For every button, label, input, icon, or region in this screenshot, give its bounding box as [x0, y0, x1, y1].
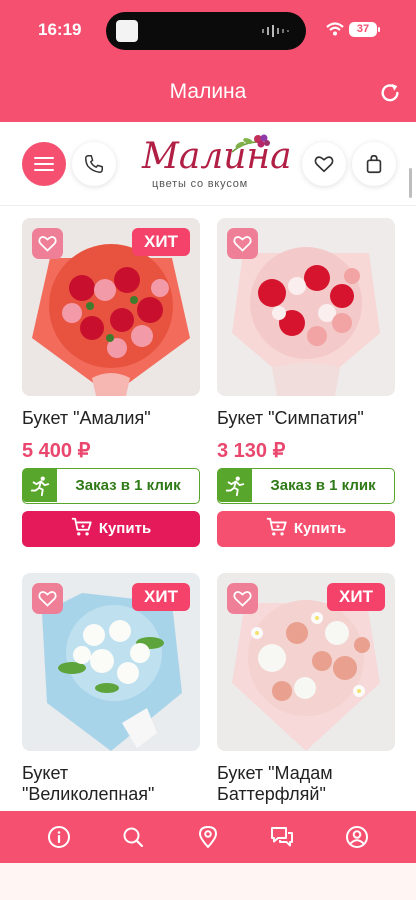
top-bar: 16:19 37 Малина: [0, 0, 416, 122]
heart-icon: [233, 236, 252, 252]
location-pin-icon[interactable]: [196, 825, 220, 849]
heart-icon: [314, 156, 334, 173]
favorite-button[interactable]: [32, 228, 63, 259]
refresh-icon[interactable]: [379, 82, 401, 104]
product-name[interactable]: Букет "Симпатия": [217, 408, 395, 429]
site-header: Малина цветы со вкусом: [0, 122, 416, 206]
status-time: 16:19: [38, 20, 82, 39]
shopping-bag-icon: [366, 154, 382, 174]
hit-badge: ХИТ: [132, 228, 190, 256]
running-man-icon: [30, 476, 50, 497]
product-name[interactable]: Букет "Амалия": [22, 408, 200, 429]
island-thumbnail-icon: [116, 20, 138, 42]
favorites-button[interactable]: [302, 142, 346, 186]
logo-flower-icon: [231, 134, 270, 153]
heart-icon: [38, 236, 57, 252]
chat-icon[interactable]: [270, 825, 294, 849]
page-title: Малина: [169, 80, 247, 103]
heart-icon: [233, 591, 252, 607]
one-click-label: Заказ в 1 клик: [75, 477, 181, 494]
product-image[interactable]: ХИТ: [217, 573, 395, 751]
product-name[interactable]: Букет "Мадам Баттерфляй": [217, 763, 395, 805]
product-card[interactable]: ХИТ Букет "Великолепная": [22, 573, 200, 809]
product-card[interactable]: ХИТ Букет "Амалия" 5 400 ₽ Заказ в 1 кли…: [22, 218, 200, 548]
one-click-label: Заказ в 1 клик: [270, 477, 376, 494]
favorite-button[interactable]: [32, 583, 63, 614]
wifi-icon: [326, 22, 344, 36]
audio-wave-icon: [262, 25, 289, 37]
running-man-icon-box: [218, 469, 252, 502]
favorite-button[interactable]: [227, 228, 258, 259]
product-image[interactable]: ХИТ: [22, 218, 200, 396]
running-man-icon-box: [23, 469, 57, 502]
cart-icon: [71, 517, 92, 536]
product-name[interactable]: Букет "Великолепная": [22, 763, 200, 805]
product-image[interactable]: ХИТ: [22, 573, 200, 751]
battery-tip: [378, 27, 380, 32]
menu-button[interactable]: [22, 142, 66, 186]
scroll-indicator[interactable]: [409, 168, 412, 198]
hit-badge: ХИТ: [132, 583, 190, 611]
running-man-icon: [225, 476, 245, 497]
buy-label: Купить: [98, 520, 152, 537]
logo[interactable]: Малина цветы со вкусом: [136, 132, 292, 194]
buy-button[interactable]: Купить: [217, 511, 395, 547]
one-click-order-button[interactable]: Заказ в 1 клик: [217, 468, 395, 504]
menu-bar: [34, 163, 54, 165]
product-image[interactable]: [217, 218, 395, 396]
dynamic-island: [106, 12, 306, 50]
search-icon[interactable]: [121, 825, 145, 849]
logo-tagline: цветы со вкусом: [152, 178, 249, 190]
home-indicator-area: [0, 863, 416, 900]
heart-icon: [38, 591, 57, 607]
info-icon[interactable]: [47, 825, 71, 849]
product-price: 5 400 ₽: [22, 440, 91, 462]
menu-bar: [34, 157, 54, 159]
favorite-button[interactable]: [227, 583, 258, 614]
product-card[interactable]: Букет "Симпатия" 3 130 ₽ Заказ в 1 клик …: [217, 218, 395, 548]
buy-label: Купить: [293, 520, 347, 537]
battery-indicator: 37: [349, 22, 377, 37]
phone-icon: [85, 155, 103, 173]
cart-icon: [266, 517, 287, 536]
product-price: 3 130 ₽: [217, 440, 286, 462]
profile-icon[interactable]: [345, 825, 369, 849]
phone-button[interactable]: [72, 142, 116, 186]
buy-button[interactable]: Купить: [22, 511, 200, 547]
one-click-order-button[interactable]: Заказ в 1 клик: [22, 468, 200, 504]
menu-bar: [34, 169, 54, 171]
hit-badge: ХИТ: [327, 583, 385, 611]
bottom-navigation: [0, 811, 416, 863]
cart-button[interactable]: [352, 142, 396, 186]
product-card[interactable]: ХИТ Букет "Мадам Баттерфляй": [217, 573, 395, 809]
